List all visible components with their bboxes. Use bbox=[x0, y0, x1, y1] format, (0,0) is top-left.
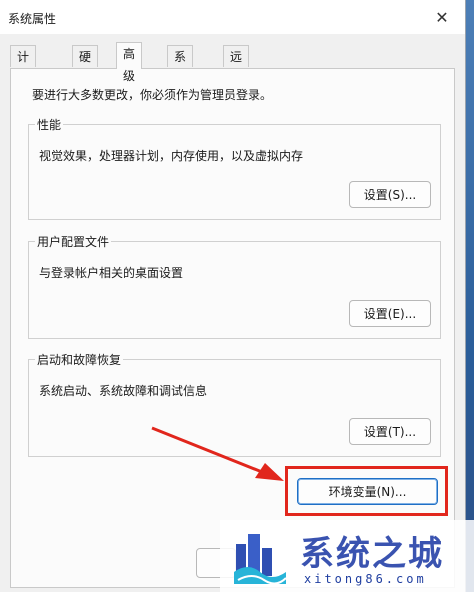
watermark-title: 系统之城 bbox=[300, 534, 444, 574]
tab-advanced[interactable]: 高级 bbox=[116, 42, 143, 83]
watermark-url: xitong86.com bbox=[304, 572, 427, 586]
watermark: 系统之城 xitong86.com bbox=[220, 520, 474, 592]
watermark-logo-icon bbox=[234, 534, 286, 584]
annotation-arrow-icon bbox=[151, 426, 284, 481]
